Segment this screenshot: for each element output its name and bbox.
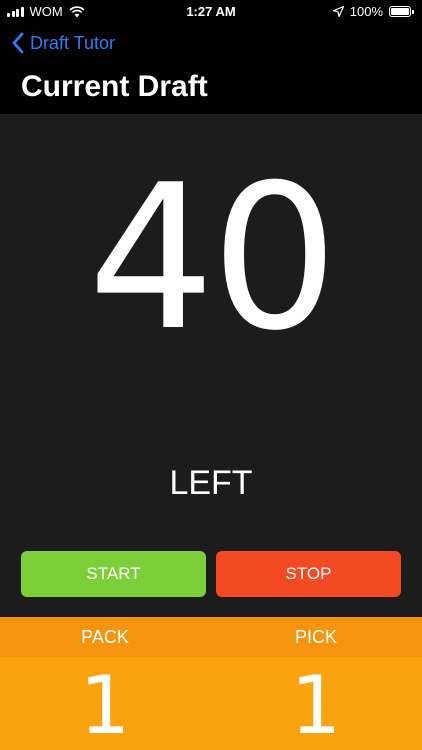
draft-panel: 40 LEFT START STOP — [0, 114, 422, 617]
pack-label: PACK — [81, 627, 129, 647]
back-button[interactable]: Draft Tutor — [12, 30, 115, 56]
page-title: Current Draft — [21, 70, 208, 103]
pick-label: PICK — [294, 627, 337, 647]
battery-icon — [389, 6, 414, 17]
pick-value: 1 — [290, 659, 342, 750]
back-label: Draft Tutor — [30, 32, 116, 53]
battery-percent: 100% — [349, 4, 383, 19]
status-bar: WOM 1:27 AM 100% — [0, 0, 422, 22]
picks-left-label: LEFT — [169, 464, 253, 502]
stop-button[interactable]: STOP — [216, 551, 401, 597]
picks-left-counter: 40 — [87, 142, 339, 375]
pack-value: 1 — [79, 659, 131, 750]
draft-info-header: PACK PICK — [0, 617, 422, 657]
status-right: 100% — [332, 4, 414, 19]
draft-info-values: 1 1 — [0, 657, 422, 750]
location-arrow-icon — [332, 6, 344, 17]
chevron-left-icon — [12, 32, 24, 54]
start-button[interactable]: START — [21, 551, 206, 597]
screen: WOM 1:27 AM 100% Draft Tutor Current Dra… — [0, 0, 422, 750]
